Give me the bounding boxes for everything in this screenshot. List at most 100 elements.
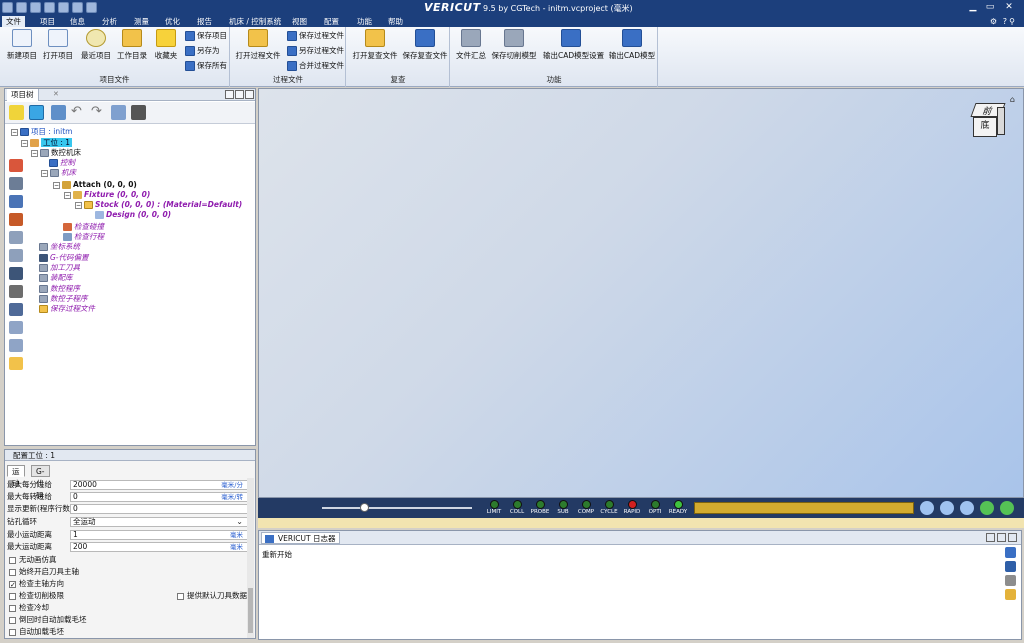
collapse-icon[interactable]: − [75, 201, 82, 209]
checkbox-check-spindle-direction[interactable]: ✓ 检查主轴方向 [9, 579, 64, 589]
redo-icon[interactable] [44, 2, 55, 13]
checkbox-box[interactable] [9, 604, 16, 612]
checkmark-icon[interactable]: ✓ [9, 580, 16, 588]
3d-viewport[interactable]: 前 底 ⌂ [258, 88, 1024, 498]
copy-icon[interactable] [111, 105, 126, 120]
redo-icon[interactable]: ↷ [91, 105, 106, 120]
collapse-icon[interactable]: − [53, 181, 60, 189]
checkbox-box[interactable] [177, 592, 184, 600]
export-cad-button[interactable]: 输出CAD模型 [607, 29, 657, 71]
save-review-button[interactable]: 保存复查文件 [401, 29, 449, 71]
tree-node-setup[interactable]: − 工位 : 1 [21, 138, 73, 148]
file-summary-button[interactable]: 文件汇总 [453, 29, 489, 71]
float-panel-button[interactable] [235, 90, 244, 99]
step-forward-button[interactable] [980, 501, 994, 515]
add-component-icon[interactable] [51, 105, 66, 120]
view-cube[interactable]: 前 底 [969, 103, 1006, 139]
config-scrollbar[interactable] [247, 478, 254, 638]
app-menu-icon[interactable] [2, 2, 13, 13]
menu-analysis[interactable]: 分析 [98, 16, 121, 27]
checkbox-box[interactable] [9, 628, 16, 636]
scrollbar-thumb[interactable] [248, 588, 253, 633]
collapse-icon[interactable]: − [41, 169, 48, 177]
settings-icon[interactable]: ⚙ [990, 16, 1000, 27]
tree-node-nc-machine[interactable]: − 数控机床 [31, 148, 81, 158]
minimize-button[interactable]: ▁ [966, 1, 980, 14]
checkbox-auto-load-stock[interactable]: 自动加载毛坯 [9, 627, 64, 637]
tree-node-fixture[interactable]: − Fixture (0, 0, 0) [64, 190, 150, 200]
logger-save-icon[interactable] [1005, 547, 1016, 558]
tab-project-tree[interactable]: 项目树 [7, 89, 39, 101]
collapse-icon[interactable]: − [11, 128, 18, 136]
tree-node-control[interactable]: 控制 [49, 158, 75, 168]
export-cad-settings-button[interactable]: 输出CAD模型设置 [543, 29, 604, 71]
checkbox-default-tool-data[interactable]: 提供默认刀具数据 [177, 591, 247, 601]
pencil-icon[interactable] [9, 105, 24, 120]
menu-machine-control[interactable]: 机床 / 控制系统 [225, 16, 285, 27]
view-cube-side[interactable] [997, 107, 1005, 135]
open-review-button[interactable]: 打开复查文件 [351, 29, 399, 71]
tree-node-assembly[interactable]: 装配库 [39, 273, 73, 283]
min-motion-distance-input[interactable]: 1 [70, 530, 249, 540]
tree-node-machine[interactable]: − 机床 [41, 168, 76, 178]
tree-node-gcode-offsets[interactable]: G-代码偏置 [39, 253, 89, 263]
chevron-down-icon[interactable]: ⌄ [236, 517, 243, 527]
layout-split-icon[interactable] [72, 2, 83, 13]
layout-grid-icon[interactable] [86, 2, 97, 13]
animation-speed-slider[interactable] [322, 507, 472, 509]
layout-single-icon[interactable] [58, 2, 69, 13]
tree-node-coordinate-system[interactable]: 坐标系统 [39, 242, 80, 252]
tree-node-subprograms[interactable]: 数控子程序 [39, 294, 88, 304]
tree-node-travel[interactable]: 检查行程 [63, 232, 104, 242]
tree-node-project[interactable]: − 项目 : initm [11, 127, 72, 137]
clear-log-icon[interactable] [1005, 589, 1016, 600]
shield-icon[interactable] [1005, 561, 1016, 572]
checkbox-box[interactable] [9, 592, 16, 600]
collapse-icon[interactable]: − [21, 139, 28, 147]
minimize-panel-button[interactable] [986, 533, 995, 542]
tree-node-stock[interactable]: − Stock (0, 0, 0) : (Material=Default) [75, 200, 242, 210]
menu-info[interactable]: 信息 [66, 16, 89, 27]
menu-report[interactable]: 报告 [193, 16, 216, 27]
menu-view[interactable]: 视图 [288, 16, 311, 27]
minimize-panel-button[interactable] [225, 90, 234, 99]
tree-node-attach[interactable]: − Attach (0, 0, 0) [53, 180, 137, 190]
binoculars-icon[interactable] [131, 105, 146, 120]
menu-file[interactable]: 文件 [2, 16, 25, 27]
checkbox-check-cut-limits[interactable]: 检查切削极限 [9, 591, 64, 601]
save-cut-model-button[interactable]: 保存切削模型 [491, 29, 537, 71]
undo-icon[interactable] [30, 2, 41, 13]
tab-vericut-logger[interactable]: VERICUT 日志器 [261, 532, 341, 544]
maximize-panel-button[interactable] [245, 90, 254, 99]
merge-process-button[interactable]: 合并过程文件 [287, 59, 344, 73]
checkbox-spindle-always-on[interactable]: 始终开启刀具主轴 [9, 567, 79, 577]
undo-icon[interactable]: ↶ [71, 105, 86, 120]
checkbox-check-coolant[interactable]: 检查冷却 [9, 603, 49, 613]
save-process-button[interactable]: 保存过程文件 [287, 29, 344, 43]
save-process-as-button[interactable]: 另存过程文件 [287, 44, 344, 58]
menu-function[interactable]: 功能 [353, 16, 376, 27]
help-icon[interactable]: ? [1003, 16, 1010, 27]
tab-gcode[interactable]: G-代码 [31, 465, 50, 500]
save-icon[interactable] [16, 2, 27, 13]
checkbox-no-animation[interactable]: 无动画仿真 [9, 555, 57, 565]
checkbox-auto-load-stock-rewind[interactable]: 倒回时自动加载毛坯 [9, 615, 87, 625]
tree-node-collision[interactable]: 检查碰撞 [63, 222, 104, 232]
tree-node-nc-programs[interactable]: 数控程序 [39, 284, 80, 294]
checkbox-box[interactable] [9, 616, 16, 624]
pause-button[interactable] [960, 501, 974, 515]
tab-motion[interactable]: 运动 [7, 465, 25, 488]
drill-cycle-select[interactable]: 全运动 [70, 517, 249, 527]
tree-node-tools[interactable]: 加工刀具 [39, 263, 80, 273]
checkbox-box[interactable] [9, 568, 16, 576]
maximize-button[interactable]: ▭ [983, 1, 997, 14]
save-as-button[interactable]: 另存为 [185, 44, 220, 58]
favorites-button[interactable]: 收藏夹 [144, 29, 188, 71]
play-button[interactable] [1000, 501, 1014, 515]
folder-icon[interactable] [9, 357, 23, 370]
maximize-panel-button[interactable] [1008, 533, 1017, 542]
home-view-icon[interactable]: ⌂ [1010, 95, 1015, 104]
rewind-button[interactable] [920, 501, 934, 515]
close-button[interactable]: ✕ [1002, 1, 1016, 14]
open-process-button[interactable]: 打开过程文件 [235, 29, 281, 71]
